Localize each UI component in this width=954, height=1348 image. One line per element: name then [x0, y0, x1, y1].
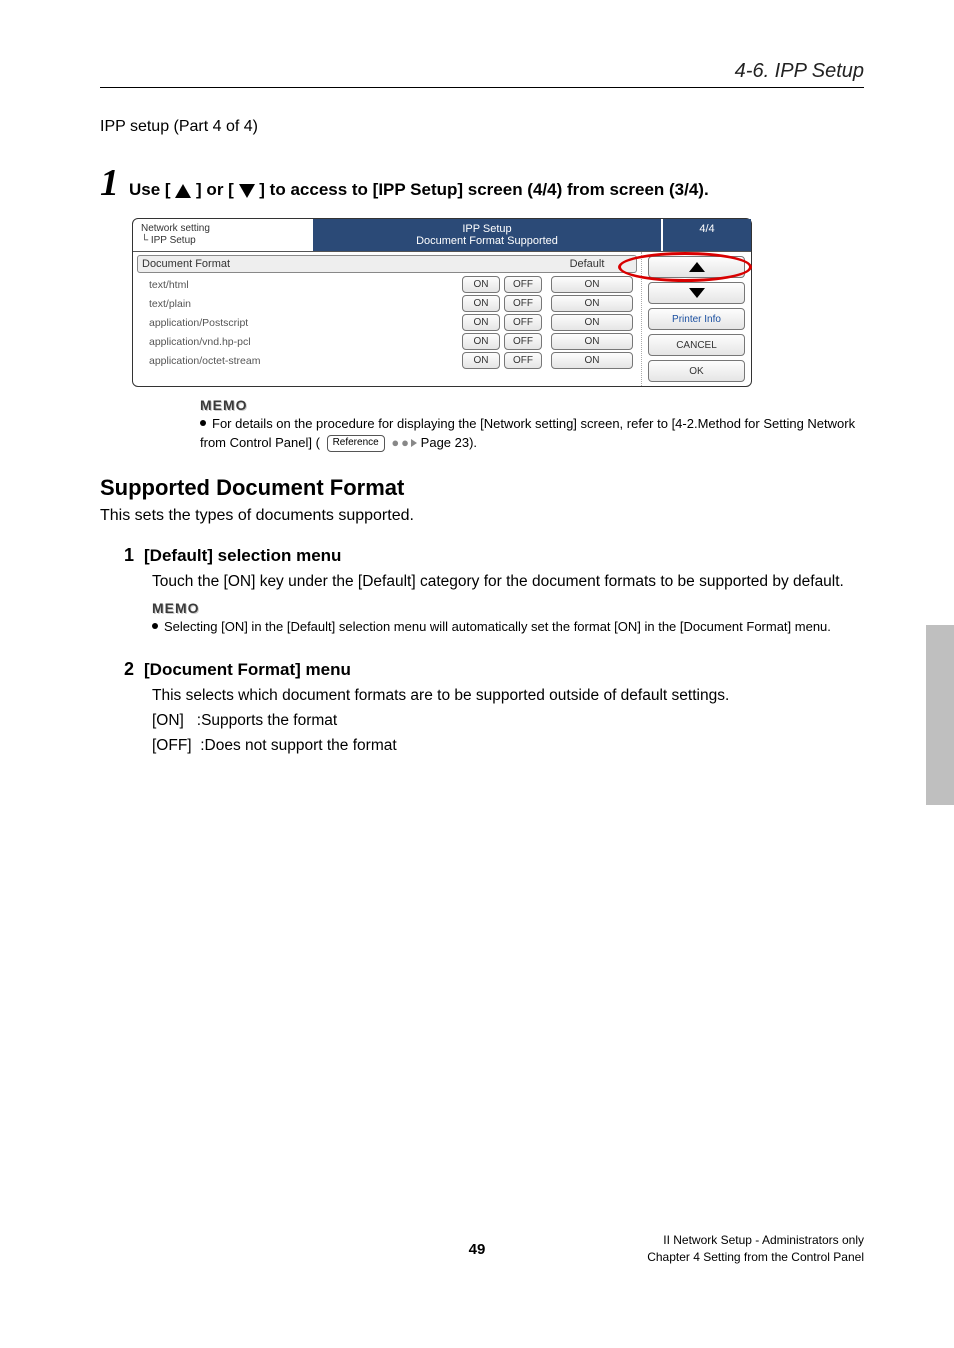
panel-side-buttons: Printer Info CANCEL OK: [641, 252, 751, 386]
table-row: text/html ON OFF ON: [137, 276, 637, 293]
default-on-button[interactable]: ON: [551, 295, 633, 312]
default-on-button[interactable]: ON: [551, 276, 633, 293]
ok-button[interactable]: OK: [648, 360, 745, 382]
breadcrumb-line1: Network setting: [141, 223, 305, 235]
off-button[interactable]: OFF: [504, 276, 542, 293]
panel-subtitle: Document Format Supported: [319, 235, 655, 247]
panel-breadcrumb: Network setting └ IPP Setup: [133, 219, 313, 251]
footer-right: II Network Setup - Administrators only C…: [647, 1232, 864, 1266]
table-row: application/octet-stream ON OFF ON: [137, 352, 637, 369]
default-on-button[interactable]: ON: [551, 352, 633, 369]
section-desc: This sets the types of documents support…: [100, 507, 864, 525]
control-panel-screenshot: Network setting └ IPP Setup IPP Setup Do…: [132, 218, 752, 387]
table-row: application/vnd.hp-pcl ON OFF ON: [137, 333, 637, 350]
item-number: 1: [124, 545, 134, 566]
step-text-post: ] to access to [IPP Setup] screen (4/4) …: [259, 180, 708, 199]
memo-text: For details on the procedure for display…: [200, 415, 864, 453]
memo-label: MEMO: [200, 397, 864, 413]
memo-text-b: Page 23).: [421, 435, 477, 450]
panel-title: IPP Setup: [319, 223, 655, 235]
row-label: text/plain: [137, 298, 457, 310]
item-body-text: This selects which document formats are …: [152, 684, 864, 709]
default-on-button[interactable]: ON: [551, 333, 633, 350]
dots-icon: ●●: [391, 435, 411, 450]
triangle-right-icon: [411, 439, 417, 447]
step-1: 1 Use [ ] or [ ] to access to [IPP Setup…: [100, 164, 864, 202]
page-down-button[interactable]: [648, 282, 745, 304]
item-2: 2 [Document Format] menu This selects wh…: [124, 659, 864, 758]
step-text-pre: Use [: [129, 180, 171, 199]
memo-inner-text: Selecting [ON] in the [Default] selectio…: [164, 619, 831, 634]
row-label: text/html: [137, 279, 457, 291]
bullet-icon: [200, 420, 206, 426]
item-body: Touch the [ON] key under the [Default] c…: [152, 570, 864, 595]
item-head: 1 [Default] selection menu: [124, 545, 864, 566]
off-button[interactable]: OFF: [504, 352, 542, 369]
item-number: 2: [124, 659, 134, 680]
arrow-down-icon: [239, 184, 255, 198]
on-button[interactable]: ON: [462, 352, 500, 369]
arrow-up-icon: [175, 184, 191, 198]
memo-label: MEMO: [152, 600, 864, 616]
item-title: [Document Format] menu: [144, 660, 351, 680]
step-number: 1: [100, 164, 119, 202]
off-button[interactable]: OFF: [504, 295, 542, 312]
on-button[interactable]: ON: [462, 276, 500, 293]
memo-block-1: MEMO For details on the procedure for di…: [200, 397, 864, 453]
step-text: Use [ ] or [ ] to access to [IPP Setup] …: [129, 180, 709, 200]
th-format: Document Format: [142, 258, 452, 270]
panel-top: Network setting └ IPP Setup IPP Setup Do…: [133, 219, 751, 251]
sub-heading: IPP setup (Part 4 of 4): [100, 118, 864, 136]
item-head: 2 [Document Format] menu: [124, 659, 864, 680]
side-tab: [926, 625, 954, 805]
panel-title-bar: IPP Setup Document Format Supported: [313, 219, 661, 251]
panel-table-header: Document Format Default: [137, 255, 637, 273]
default-on-button[interactable]: ON: [551, 314, 633, 331]
off-button[interactable]: OFF: [504, 314, 542, 331]
page: 4-6. IPP Setup IPP setup (Part 4 of 4) 1…: [0, 0, 954, 1300]
th-default: Default: [542, 258, 632, 270]
footer-line2: Chapter 4 Setting from the Control Panel: [647, 1249, 864, 1266]
item-line-off: [OFF] :Does not support the format: [152, 734, 864, 759]
row-label: application/octet-stream: [137, 355, 457, 367]
panel-table: Document Format Default text/html ON OFF…: [133, 252, 641, 386]
bullet-icon: [152, 623, 158, 629]
printer-info-button[interactable]: Printer Info: [648, 308, 745, 330]
arrow-down-icon: [689, 288, 705, 298]
reference-badge: Reference: [327, 435, 385, 452]
on-button[interactable]: ON: [462, 295, 500, 312]
memo-text-a: For details on the procedure for display…: [200, 416, 855, 450]
item-body: This selects which document formats are …: [152, 684, 864, 758]
off-button[interactable]: OFF: [504, 333, 542, 350]
panel: Network setting └ IPP Setup IPP Setup Do…: [132, 218, 752, 387]
item-title: [Default] selection menu: [144, 546, 341, 566]
table-row: text/plain ON OFF ON: [137, 295, 637, 312]
item-line-on: [ON] :Supports the format: [152, 709, 864, 734]
on-button[interactable]: ON: [462, 333, 500, 350]
row-label: application/vnd.hp-pcl: [137, 336, 457, 348]
page-up-button[interactable]: [648, 256, 745, 278]
on-button[interactable]: ON: [462, 314, 500, 331]
item-1: 1 [Default] selection menu Touch the [ON…: [124, 545, 864, 638]
cancel-button[interactable]: CANCEL: [648, 334, 745, 356]
page-header: 4-6. IPP Setup: [100, 60, 864, 88]
breadcrumb-line2: └ IPP Setup: [141, 235, 305, 247]
row-label: application/Postscript: [137, 317, 457, 329]
panel-page-indicator: 4/4: [661, 219, 751, 251]
footer-line1: II Network Setup - Administrators only: [647, 1232, 864, 1249]
panel-body: Document Format Default text/html ON OFF…: [133, 251, 751, 386]
memo-text: Selecting [ON] in the [Default] selectio…: [152, 618, 864, 637]
table-row: application/Postscript ON OFF ON: [137, 314, 637, 331]
memo-block-2: MEMO Selecting [ON] in the [Default] sel…: [152, 600, 864, 637]
header-title: 4-6. IPP Setup: [100, 60, 864, 83]
arrow-up-icon: [689, 262, 705, 272]
step-text-mid: ] or [: [196, 180, 234, 199]
section-title: Supported Document Format: [100, 475, 864, 501]
